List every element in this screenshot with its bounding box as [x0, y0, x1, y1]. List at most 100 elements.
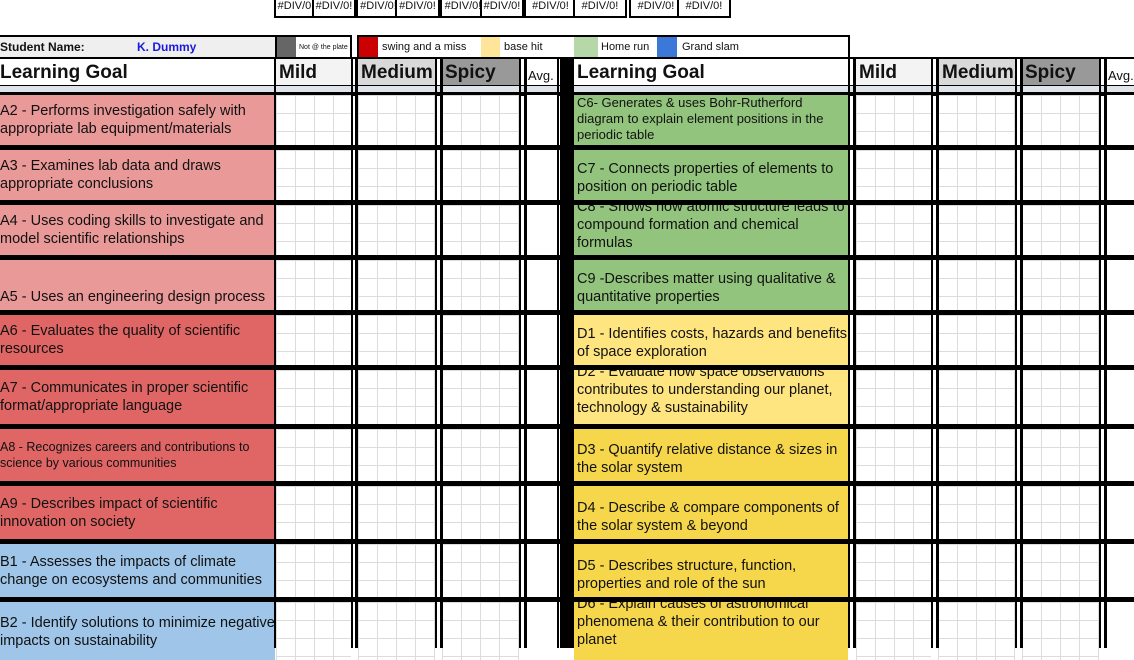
avg-cell-left[interactable] — [526, 150, 557, 200]
score-cells-right[interactable] — [1022, 205, 1099, 255]
score-cells-left[interactable] — [276, 370, 351, 424]
learning-goal-right: C8 - Shows how atomic structure leads to… — [574, 205, 848, 255]
score-cells-left[interactable] — [358, 315, 435, 365]
score-cells-right[interactable] — [856, 150, 931, 200]
avg-cell-right[interactable] — [1106, 429, 1134, 481]
score-cells-left[interactable] — [276, 95, 351, 145]
learning-goal-left: A5 - Uses an engineering design process — [0, 260, 275, 310]
avg-cell-left[interactable] — [526, 315, 557, 365]
header-spicy-right: Spicy — [1022, 59, 1099, 85]
learning-goal-left: A9 - Describes impact of scientific inno… — [0, 486, 275, 539]
score-cells-right[interactable] — [1022, 315, 1099, 365]
avg-cell-left[interactable] — [526, 544, 557, 597]
score-cells-right[interactable] — [938, 205, 1015, 255]
score-cells-left[interactable] — [358, 486, 435, 539]
avg-cell-right[interactable] — [1106, 602, 1134, 660]
score-cells-right[interactable] — [1022, 544, 1099, 597]
score-cells-right[interactable] — [938, 95, 1015, 145]
score-cells-left[interactable] — [358, 95, 435, 145]
avg-cell-left[interactable] — [526, 429, 557, 481]
summary-cell[interactable]: #DIV/0! — [312, 0, 356, 18]
score-cells-right[interactable] — [938, 260, 1015, 310]
score-cells-left[interactable] — [276, 544, 351, 597]
avg-cell-left[interactable] — [526, 260, 557, 310]
score-cells-right[interactable] — [1022, 429, 1099, 481]
summary-cell[interactable]: #DIV/0! — [573, 0, 627, 18]
score-cells-right[interactable] — [856, 429, 931, 481]
score-cells-left[interactable] — [276, 429, 351, 481]
avg-cell-left[interactable] — [526, 486, 557, 539]
summary-cell[interactable]: #DIV/0! — [629, 0, 683, 18]
score-cells-left[interactable] — [276, 602, 351, 660]
score-cells-right[interactable] — [1022, 95, 1099, 145]
column-border — [351, 57, 353, 648]
header-avg-right: Avg. — [1106, 59, 1134, 85]
goal-text: C8 - Shows how atomic structure leads to… — [577, 205, 845, 251]
summary-cell[interactable]: #DIV/0! — [524, 0, 577, 18]
header-avg-left: Avg. — [526, 59, 557, 85]
score-cells-right[interactable] — [856, 315, 931, 365]
score-cells-right[interactable] — [856, 544, 931, 597]
avg-cell-right[interactable] — [1106, 260, 1134, 310]
score-cells-right[interactable] — [856, 370, 931, 424]
avg-cell-right[interactable] — [1106, 370, 1134, 424]
score-cells-right[interactable] — [856, 205, 931, 255]
score-cells-left[interactable] — [442, 205, 519, 255]
score-cells-left[interactable] — [442, 260, 519, 310]
score-cells-right[interactable] — [1022, 150, 1099, 200]
avg-cell-left[interactable] — [526, 95, 557, 145]
score-cells-left[interactable] — [442, 602, 519, 660]
avg-cell-right[interactable] — [1106, 544, 1134, 597]
score-cells-left[interactable] — [442, 315, 519, 365]
score-cells-left[interactable] — [276, 260, 351, 310]
summary-cell[interactable]: #DIV/0! — [480, 0, 524, 18]
avg-cell-left[interactable] — [526, 205, 557, 255]
score-cells-left[interactable] — [276, 205, 351, 255]
score-cells-right[interactable] — [1022, 486, 1099, 539]
score-cells-left[interactable] — [358, 205, 435, 255]
score-cells-right[interactable] — [938, 544, 1015, 597]
score-cells-right[interactable] — [856, 260, 931, 310]
score-cells-left[interactable] — [442, 370, 519, 424]
summary-cell[interactable]: #DIV/0! — [395, 0, 440, 18]
score-cells-right[interactable] — [1022, 260, 1099, 310]
avg-cell-left[interactable] — [526, 370, 557, 424]
score-cells-right[interactable] — [856, 95, 931, 145]
score-cells-left[interactable] — [442, 544, 519, 597]
summary-cell[interactable]: #DIV/0! — [677, 0, 731, 18]
score-cells-left[interactable] — [358, 260, 435, 310]
avg-cell-right[interactable] — [1106, 150, 1134, 200]
score-cells-left[interactable] — [276, 486, 351, 539]
avg-cell-right[interactable] — [1106, 205, 1134, 255]
student-row: Student Name: K. Dummy — [0, 35, 275, 58]
score-cells-left[interactable] — [442, 429, 519, 481]
score-cells-right[interactable] — [1022, 602, 1099, 660]
header-label: Avg. — [528, 68, 554, 83]
score-cells-left[interactable] — [276, 315, 351, 365]
score-cells-right[interactable] — [938, 429, 1015, 481]
score-cells-right[interactable] — [856, 486, 931, 539]
avg-cell-left[interactable] — [526, 602, 557, 660]
score-cells-right[interactable] — [1022, 370, 1099, 424]
score-cells-left[interactable] — [358, 370, 435, 424]
score-cells-left[interactable] — [358, 429, 435, 481]
score-cells-left[interactable] — [276, 150, 351, 200]
student-name-value[interactable]: K. Dummy — [137, 40, 196, 54]
score-cells-left[interactable] — [358, 150, 435, 200]
score-cells-left[interactable] — [358, 544, 435, 597]
avg-cell-right[interactable] — [1106, 315, 1134, 365]
avg-cell-right[interactable] — [1106, 486, 1134, 539]
score-cells-right[interactable] — [938, 150, 1015, 200]
score-cells-right[interactable] — [938, 486, 1015, 539]
score-cells-right[interactable] — [856, 602, 931, 660]
score-cells-left[interactable] — [442, 150, 519, 200]
score-cells-left[interactable] — [442, 486, 519, 539]
avg-cell-right[interactable] — [1106, 95, 1134, 145]
score-cells-left[interactable] — [442, 95, 519, 145]
score-cells-right[interactable] — [938, 370, 1015, 424]
score-cells-right[interactable] — [938, 315, 1015, 365]
score-cells-left[interactable] — [358, 602, 435, 660]
legend-label: swing and a miss — [382, 41, 467, 53]
column-border — [435, 57, 437, 648]
score-cells-right[interactable] — [938, 602, 1015, 660]
